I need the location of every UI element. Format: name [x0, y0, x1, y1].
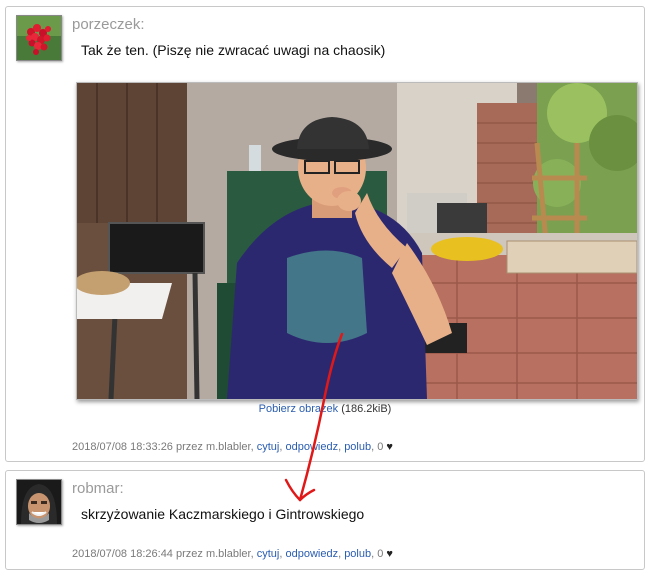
heart-icon: ♥ [386, 441, 393, 453]
post-by: przez m.blabler, [176, 441, 254, 453]
separator: , [338, 441, 342, 453]
like-count: 0 [377, 441, 384, 453]
quote-link[interactable]: cytuj [257, 548, 280, 560]
like-link[interactable]: polub [344, 441, 371, 453]
author-name: porzeczek: [72, 16, 145, 33]
hooded-face-avatar-icon [17, 480, 61, 524]
attachment-caption: Pobierz obrazek (186.2kiB) [6, 403, 644, 415]
separator: , [371, 548, 375, 560]
separator: , [338, 548, 342, 560]
post-by: przez m.blabler, [176, 548, 254, 560]
separator: , [279, 441, 283, 453]
attached-photo[interactable] [76, 82, 638, 400]
post-text: Tak że ten. (Piszę nie zwracać uwagi na … [81, 42, 386, 58]
berries-avatar-icon [17, 16, 61, 60]
author-name: robmar: [72, 480, 124, 497]
quote-link[interactable]: cytuj [257, 441, 280, 453]
post-meta: 2018/07/08 18:33:26 przez m.blabler, cyt… [72, 441, 393, 453]
like-count: 0 [377, 548, 384, 560]
reply-link[interactable]: odpowiedz [285, 548, 338, 560]
post-datetime: 2018/07/08 18:33:26 [72, 441, 173, 453]
post-datetime: 2018/07/08 18:26:44 [72, 548, 173, 560]
reply-link[interactable]: odpowiedz [285, 441, 338, 453]
avatar-robmar[interactable] [16, 479, 62, 525]
photo-illustration [77, 83, 637, 399]
post-meta: 2018/07/08 18:26:44 przez m.blabler, cyt… [72, 548, 393, 560]
heart-icon: ♥ [386, 548, 393, 560]
like-link[interactable]: polub [344, 548, 371, 560]
download-image-link[interactable]: Pobierz obrazek [259, 403, 339, 415]
avatar-porzeczek[interactable] [16, 15, 62, 61]
attachment-size: (186.2kiB) [341, 403, 392, 415]
post-porzeczek: porzeczek: Tak że ten. (Piszę nie zwraca… [5, 6, 645, 462]
post-text: skrzyżowanie Kaczmarskiego i Gintrowskie… [81, 506, 365, 522]
separator: , [371, 441, 375, 453]
separator: , [279, 548, 283, 560]
post-robmar: robmar: skrzyżowanie Kaczmarskiego i Gin… [5, 470, 645, 570]
